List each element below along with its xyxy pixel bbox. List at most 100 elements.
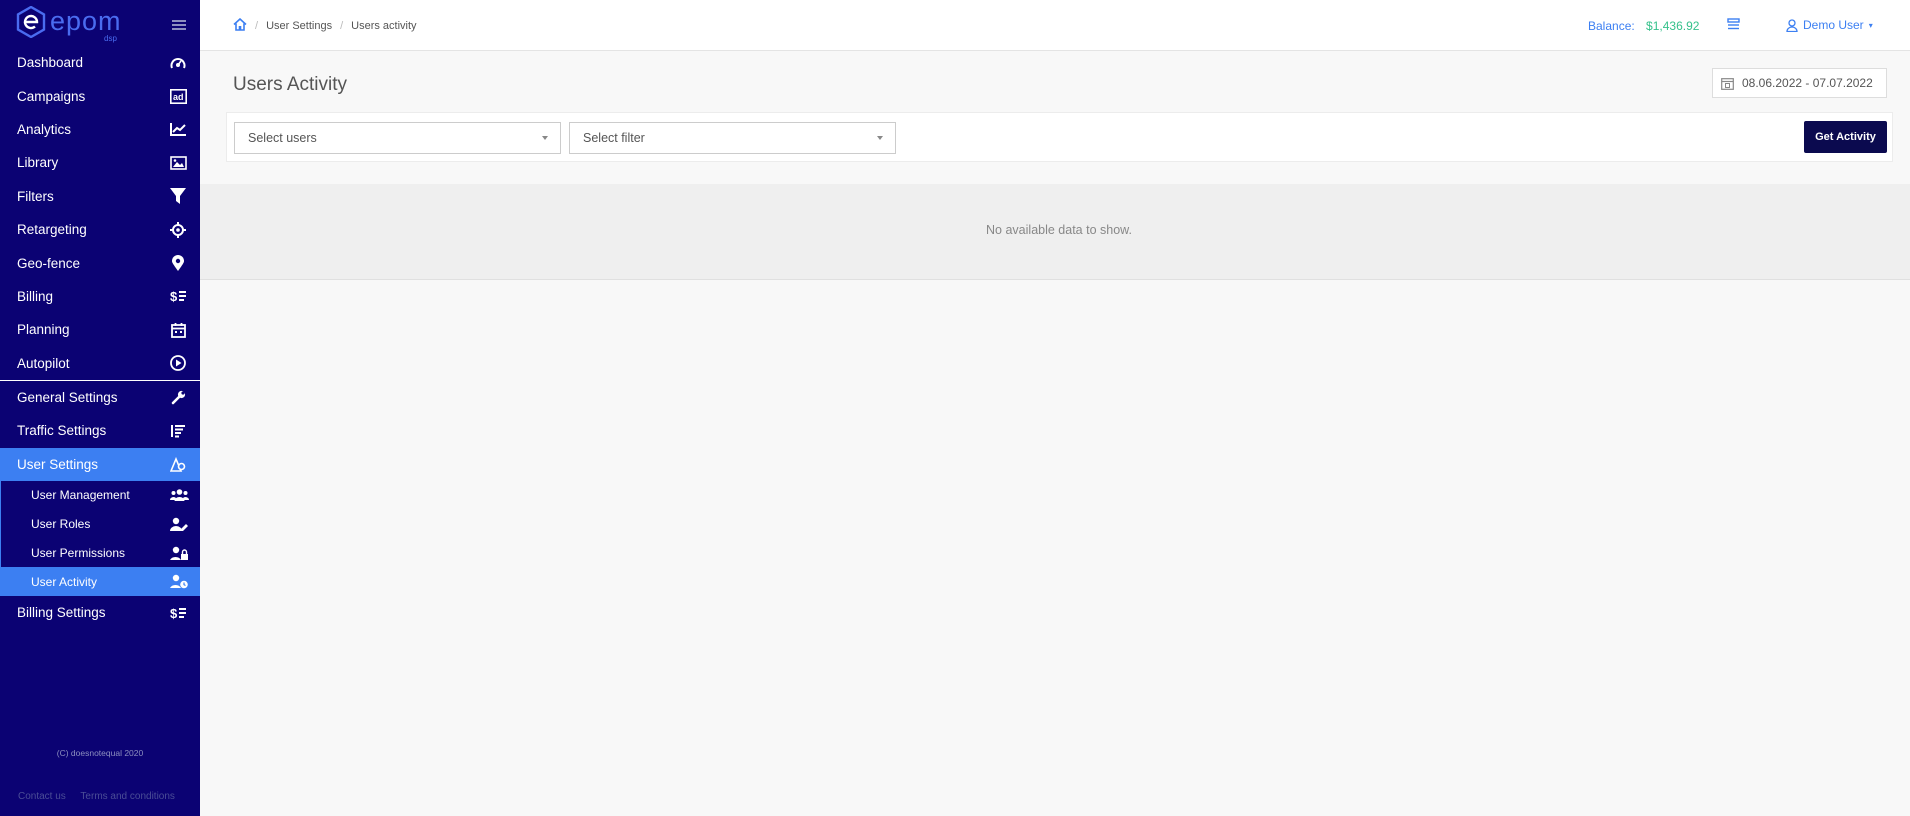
- sidebar-item-label: Analytics: [17, 121, 72, 137]
- breadcrumb-separator: /: [340, 20, 344, 32]
- results-panel: No available data to show.: [200, 184, 1910, 280]
- sidebar-item-retargeting[interactable]: Retargeting: [0, 213, 200, 246]
- main-nav: Dashboard Campaigns ad Analytics Library…: [0, 46, 200, 380]
- sidebar-item-billing-settings[interactable]: Billing Settings $: [0, 596, 200, 629]
- home-icon[interactable]: [233, 17, 247, 34]
- dollar-list-icon: $: [168, 287, 188, 305]
- sidebar-item-label: Filters: [17, 188, 54, 204]
- sidebar-item-billing[interactable]: Billing $: [0, 280, 200, 313]
- footer-links: Contact us Terms and conditions: [18, 791, 187, 802]
- brand-name: epom: [50, 6, 122, 36]
- sidebar-item-planning[interactable]: Planning: [0, 313, 200, 346]
- billing-settings-nav: Billing Settings $: [0, 596, 200, 629]
- balance-value: $1,436.92: [1646, 19, 1700, 33]
- users-icon: [169, 486, 189, 504]
- top-header: / User Settings / Users activity Balance…: [200, 0, 1910, 51]
- sidebar-item-label: General Settings: [17, 390, 118, 406]
- sidebar-subitem-user-management[interactable]: User Management: [1, 481, 200, 510]
- sidebar-item-label: Retargeting: [17, 222, 87, 238]
- select-filter-placeholder: Select filter: [583, 131, 645, 145]
- sidebar-item-label: Autopilot: [17, 355, 70, 371]
- sidebar-item-geo-fence[interactable]: Geo-fence: [0, 246, 200, 279]
- user-edit-icon: [169, 515, 189, 533]
- user-menu[interactable]: Demo User ▾: [1786, 18, 1873, 32]
- brand: epom dsp: [0, 0, 200, 46]
- sidebar-item-label: Dashboard: [17, 55, 84, 71]
- user-lock-icon: [169, 544, 189, 562]
- wrench-icon: [168, 389, 188, 407]
- user-clock-icon: [169, 573, 189, 591]
- epom-logo-icon: [16, 6, 46, 38]
- map-pin-icon: [168, 254, 188, 272]
- get-activity-button[interactable]: Get Activity: [1804, 121, 1887, 153]
- date-range-picker[interactable]: 08.06.2022 - 07.07.2022: [1712, 68, 1887, 98]
- sidebar-subitem-user-activity[interactable]: User Activity: [1, 567, 200, 597]
- user-cog-icon: [168, 455, 188, 473]
- sidebar-item-general-settings[interactable]: General Settings: [0, 381, 200, 414]
- empty-state-message: No available data to show.: [986, 223, 1132, 237]
- breadcrumb-current: Users activity: [351, 20, 417, 32]
- play-circle-icon: [168, 354, 188, 372]
- sidebar-item-traffic-settings[interactable]: Traffic Settings: [0, 414, 200, 447]
- sidebar-item-label: Traffic Settings: [17, 423, 107, 439]
- sidebar: epom dsp Dashboard Campaigns ad Analytic…: [0, 0, 200, 816]
- sidebar-item-dashboard[interactable]: Dashboard: [0, 46, 200, 79]
- user-name: Demo User: [1803, 18, 1864, 32]
- chevron-down-icon: [542, 136, 548, 140]
- notifications-stack-icon[interactable]: [1727, 18, 1740, 36]
- sidebar-item-label: User Roles: [31, 517, 91, 532]
- sidebar-item-label: User Permissions: [31, 546, 126, 561]
- calendar-icon: [168, 321, 188, 339]
- terms-link[interactable]: Terms and conditions: [80, 791, 175, 802]
- breadcrumb-user-settings[interactable]: User Settings: [266, 20, 332, 32]
- breadcrumb: / User Settings / Users activity: [233, 17, 417, 34]
- sidebar-item-label: User Activity: [31, 574, 98, 589]
- balance: Balance: $1,436.92: [1588, 19, 1699, 33]
- svg-text:$: $: [170, 289, 178, 303]
- dollar-list-icon: $: [168, 604, 188, 622]
- page-title: Users Activity: [233, 74, 348, 95]
- settings-nav: General Settings Traffic Settings User S…: [0, 381, 200, 482]
- user-settings-submenu: User Management User Roles User Permissi…: [0, 481, 200, 597]
- sidebar-item-label: Billing Settings: [17, 605, 106, 621]
- speedometer-icon: [168, 54, 188, 72]
- svg-text:$: $: [170, 606, 178, 620]
- bars-icon: [168, 422, 188, 440]
- filter-bar: Select users Select filter Get Activity: [226, 112, 1893, 162]
- chart-line-icon: [168, 120, 188, 138]
- date-range-value: 08.06.2022 - 07.07.2022: [1742, 76, 1873, 90]
- menu-toggle-icon[interactable]: [172, 20, 186, 30]
- sidebar-item-label: Planning: [17, 322, 70, 338]
- svg-text:ad: ad: [173, 92, 184, 102]
- funnel-icon: [168, 187, 188, 205]
- calendar-icon: [1721, 77, 1734, 90]
- sidebar-subitem-user-roles[interactable]: User Roles: [1, 510, 200, 539]
- select-filter-dropdown[interactable]: Select filter: [569, 122, 896, 154]
- copyright: (C) doesnotequal 2020: [56, 748, 144, 758]
- sidebar-item-campaigns[interactable]: Campaigns ad: [0, 79, 200, 112]
- chevron-down-icon: ▾: [1868, 20, 1873, 30]
- sidebar-item-autopilot[interactable]: Autopilot: [0, 347, 200, 380]
- select-users-placeholder: Select users: [248, 131, 317, 145]
- brand-sub: dsp: [104, 34, 117, 43]
- sidebar-item-user-settings[interactable]: User Settings: [0, 447, 200, 482]
- balance-label: Balance:: [1588, 19, 1635, 33]
- sidebar-item-label: User Settings: [17, 456, 99, 472]
- sidebar-item-filters[interactable]: Filters: [0, 180, 200, 213]
- sidebar-item-label: Campaigns: [17, 88, 86, 104]
- sidebar-item-library[interactable]: Library: [0, 146, 200, 179]
- sidebar-subitem-user-permissions[interactable]: User Permissions: [1, 539, 200, 568]
- sidebar-item-label: Library: [17, 155, 59, 171]
- image-icon: [168, 154, 188, 172]
- contact-link[interactable]: Contact us: [18, 791, 66, 802]
- sidebar-item-label: User Management: [31, 488, 130, 503]
- crosshair-icon: [168, 221, 188, 239]
- breadcrumb-separator: /: [255, 20, 259, 32]
- sidebar-item-label: Geo-fence: [17, 255, 81, 271]
- ad-icon: ad: [168, 87, 188, 105]
- sidebar-item-analytics[interactable]: Analytics: [0, 113, 200, 146]
- select-users-dropdown[interactable]: Select users: [234, 122, 561, 154]
- chevron-down-icon: [877, 136, 883, 140]
- sidebar-item-label: Billing: [17, 288, 54, 304]
- user-icon: [1786, 18, 1798, 32]
